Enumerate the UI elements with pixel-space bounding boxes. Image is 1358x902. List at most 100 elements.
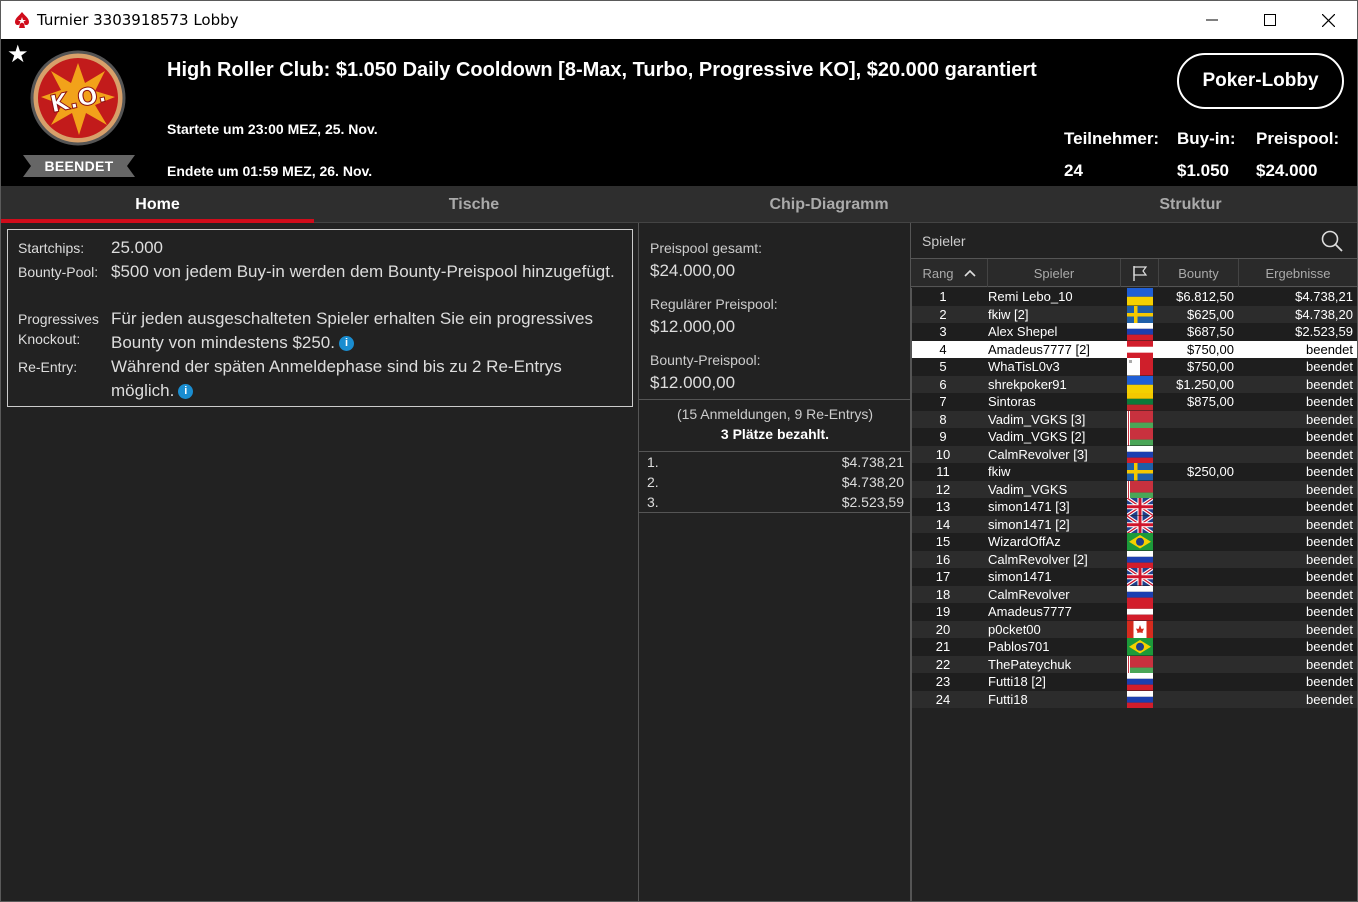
bounty-cell: $250,00	[1187, 464, 1234, 479]
player-name-cell: Pablos701	[988, 639, 1050, 654]
players-table-body: 1 Remi Lebo_10 $6.812,50 $4.738,21 2 fkiw [2]…	[911, 288, 1357, 708]
bountypool-value: $500 von jedem Buy-in werden dem Bounty-…	[111, 262, 615, 281]
table-row[interactable]: 3 Alex Shepel $687,50 $2.523,59	[911, 323, 1357, 341]
buyin-value: $1.050	[1177, 161, 1229, 180]
table-row[interactable]: 6 shrekpoker91 $1.250,00 beendet	[911, 375, 1357, 393]
startchips-value: 25.000	[111, 238, 163, 257]
table-row[interactable]: 13 simon1471 [3] beendet	[911, 498, 1357, 516]
info-icon[interactable]: i	[338, 336, 354, 352]
regular-pool-value: $12.000,00	[650, 317, 736, 336]
column-results[interactable]: Ergebnisse	[1239, 259, 1357, 287]
table-row[interactable]: 16 CalmRevolver [2] beendet	[911, 550, 1357, 568]
player-name-cell: fkiw [2]	[988, 306, 1029, 322]
status-badge: BEENDET	[44, 158, 114, 174]
rank-cell: 8	[939, 411, 947, 427]
table-row[interactable]: 18 CalmRevolver beendet	[911, 585, 1357, 603]
column-player[interactable]: Spieler	[988, 259, 1121, 287]
at-flag-icon	[1127, 603, 1153, 621]
by-flag-icon	[1127, 410, 1153, 428]
mt-flag-icon	[1127, 358, 1153, 376]
se-flag-icon	[1127, 463, 1153, 481]
result-cell: beendet	[1306, 359, 1353, 374]
result-cell: beendet	[1306, 586, 1353, 602]
rank-cell: 21	[935, 639, 951, 654]
table-row[interactable]: 14 simon1471 [2] beendet	[911, 515, 1357, 533]
bounty-cell: $750,00	[1187, 341, 1234, 357]
table-row[interactable]: 24 Futti18 beendet	[911, 690, 1357, 708]
table-row[interactable]: 15 WizardOffAz beendet	[911, 533, 1357, 551]
result-cell: beendet	[1306, 534, 1353, 549]
se-flag-icon	[1127, 305, 1153, 323]
table-row[interactable]: 21 Pablos701 beendet	[911, 638, 1357, 656]
tournament-name: High Roller Club: $1.050 Daily Cooldown …	[167, 59, 1037, 81]
pokerstars-logo-icon	[15, 12, 29, 28]
column-flag[interactable]	[1121, 259, 1159, 287]
info-icon[interactable]: i	[178, 384, 194, 400]
rank-cell: 14	[935, 516, 951, 532]
player-name-cell: CalmRevolver [3]	[988, 446, 1088, 462]
prizepool-label: Preispool:	[1256, 129, 1340, 148]
player-name-cell: fkiw	[988, 464, 1011, 479]
players-panel: Spieler Rang Spieler Bounty Ergebnisse 1…	[911, 223, 1357, 901]
result-cell: $4.738,21	[1295, 289, 1353, 304]
search-icon[interactable]	[1321, 230, 1343, 252]
close-button[interactable]	[1299, 1, 1357, 39]
prizepool-value: $24.000	[1256, 161, 1318, 180]
bounty-cell: $750,00	[1187, 359, 1234, 374]
result-cell: beendet	[1306, 691, 1353, 707]
startchips-label: Startchips:	[18, 240, 85, 256]
tab-structure[interactable]: Struktur	[1024, 186, 1357, 223]
table-row[interactable]: 1 Remi Lebo_10 $6.812,50 $4.738,21	[911, 288, 1357, 306]
total-pool-value: $24.000,00	[650, 261, 736, 280]
column-bounty[interactable]: Bounty	[1159, 259, 1239, 287]
table-row[interactable]: 20 p0cket00 beendet	[911, 620, 1357, 638]
favorite-star-icon[interactable]: ★	[7, 43, 29, 67]
by-flag-icon	[1127, 428, 1153, 446]
by-flag-icon	[1127, 480, 1153, 498]
total-pool-label: Preispool gesamt:	[650, 240, 763, 256]
result-cell: beendet	[1306, 341, 1353, 357]
tournament-info-box: Startchips: 25.000 Bounty-Pool: $500 von…	[7, 229, 633, 407]
table-row[interactable]: 7 Sintoras $875,00 beendet	[911, 393, 1357, 411]
table-row[interactable]: 22 ThePateychuk beendet	[911, 655, 1357, 673]
result-cell: beendet	[1306, 446, 1353, 462]
table-row[interactable]: 12 Vadim_VGKS beendet	[911, 480, 1357, 498]
ru-flag-icon	[1127, 690, 1153, 708]
column-rank[interactable]: Rang	[911, 259, 988, 287]
table-row[interactable]: 11 fkiw $250,00 beendet	[911, 463, 1357, 481]
rank-cell: 18	[935, 586, 951, 602]
table-row[interactable]: 19 Amadeus7777 beendet	[911, 603, 1357, 621]
tab-tables[interactable]: Tische	[314, 186, 634, 223]
player-search[interactable]: Spieler	[911, 223, 1357, 259]
progressive-label: Progressives	[18, 311, 99, 327]
minimize-icon	[1206, 19, 1218, 21]
rank-cell: 9	[939, 429, 947, 444]
rank-cell: 3	[939, 324, 947, 339]
end-time: Endete um 01:59 MEZ, 26. Nov.	[167, 163, 373, 179]
rank-cell: 2	[939, 306, 947, 322]
table-row[interactable]: 9 Vadim_VGKS [2] beendet	[911, 428, 1357, 446]
table-row[interactable]: 23 Futti18 [2] beendet	[911, 673, 1357, 691]
gb-flag-icon	[1127, 568, 1153, 586]
poker-lobby-button[interactable]: Poker-Lobby	[1177, 53, 1344, 109]
minimize-button[interactable]	[1183, 1, 1241, 39]
result-cell: beendet	[1306, 464, 1353, 479]
bounty-cell: $6.812,50	[1176, 289, 1234, 304]
bounty-cell: $625,00	[1187, 306, 1234, 322]
maximize-button[interactable]	[1241, 1, 1299, 39]
tab-chip-chart[interactable]: Chip-Diagramm	[634, 186, 1024, 223]
player-name-cell: Vadim_VGKS [2]	[988, 429, 1086, 444]
table-row[interactable]: 2 fkiw [2] $625,00 $4.738,20	[911, 305, 1357, 323]
rank-cell: 1	[939, 289, 947, 304]
bounty-pool-value: $12.000,00	[650, 373, 736, 392]
result-cell: $2.523,59	[1295, 324, 1353, 339]
player-name-cell: Amadeus7777	[988, 604, 1072, 619]
registrations-text: (15 Anmeldungen, 9 Re-Entrys)	[676, 406, 874, 422]
table-row[interactable]: 17 simon1471 beendet	[911, 568, 1357, 586]
table-row[interactable]: 10 CalmRevolver [3] beendet	[911, 445, 1357, 463]
tab-home[interactable]: Home	[1, 186, 314, 223]
table-row[interactable]: 5 WhaTisL0v3 $750,00 beendet	[911, 358, 1357, 376]
table-row[interactable]: 4 Amadeus7777 [2] $750,00 beendet	[911, 340, 1357, 358]
lt-flag-icon	[1127, 393, 1153, 411]
table-row[interactable]: 8 Vadim_VGKS [3] beendet	[911, 410, 1357, 428]
